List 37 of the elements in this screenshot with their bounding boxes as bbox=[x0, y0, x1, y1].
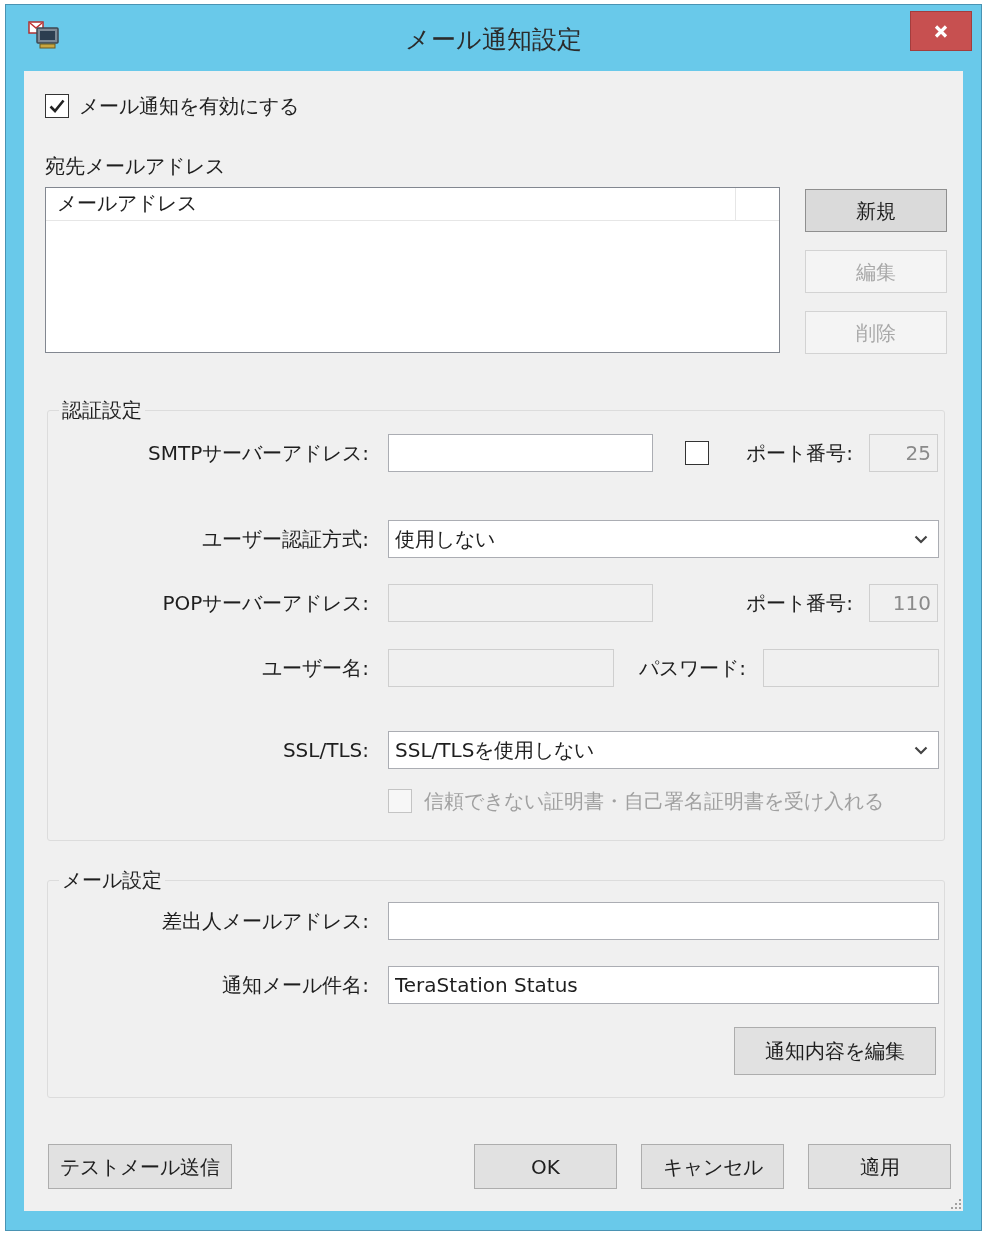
text-field[interactable] bbox=[388, 902, 939, 940]
computer-icon bbox=[28, 21, 60, 51]
checkbox[interactable] bbox=[45, 94, 69, 118]
text-field[interactable]: TeraStation Status bbox=[388, 966, 939, 1004]
chevron-down-icon bbox=[914, 745, 928, 755]
checkbox[interactable] bbox=[685, 441, 709, 465]
text-field[interactable] bbox=[388, 434, 653, 472]
group-title: 認証設定 bbox=[61, 398, 143, 422]
field-label: ポート番号: bbox=[746, 591, 853, 615]
button[interactable]: キャンセル bbox=[641, 1144, 784, 1189]
close-button[interactable] bbox=[910, 11, 972, 51]
checkmark-icon bbox=[49, 99, 65, 113]
button[interactable]: OK bbox=[474, 1144, 617, 1189]
button[interactable]: テストメール送信 bbox=[48, 1144, 232, 1189]
button[interactable]: 適用 bbox=[808, 1144, 951, 1189]
resize-grip-icon bbox=[951, 1199, 961, 1209]
chevron-down-icon bbox=[914, 534, 928, 544]
column-header[interactable]: メールアドレス bbox=[46, 188, 736, 220]
button[interactable]: 新規 bbox=[805, 189, 947, 232]
field-label: SSL/TLS: bbox=[282, 738, 369, 762]
button[interactable]: 通知内容を編集 bbox=[734, 1027, 936, 1075]
checkbox-label[interactable]: メール通知を有効にする bbox=[79, 94, 299, 118]
close-icon bbox=[934, 24, 948, 38]
field-label: POPサーバーアドレス: bbox=[162, 591, 369, 615]
field-label: ポート番号: bbox=[746, 441, 853, 465]
field-label: 通知メール件名: bbox=[222, 973, 369, 997]
window-title: メール通知設定 bbox=[405, 24, 582, 56]
dropdown[interactable]: SSL/TLSを使用しない bbox=[388, 731, 939, 769]
field-label: 差出人メールアドレス: bbox=[162, 909, 369, 933]
list-box[interactable]: メールアドレス bbox=[45, 187, 780, 353]
field-label: ユーザー認証方式: bbox=[202, 527, 369, 551]
dropdown[interactable]: 使用しない bbox=[388, 520, 939, 558]
field-label: ユーザー名: bbox=[262, 656, 369, 680]
field-label: SMTPサーバーアドレス: bbox=[148, 441, 369, 465]
group-title: メール設定 bbox=[61, 868, 163, 892]
section-label: 宛先メールアドレス bbox=[45, 154, 225, 178]
field-label: パスワード: bbox=[639, 656, 746, 680]
